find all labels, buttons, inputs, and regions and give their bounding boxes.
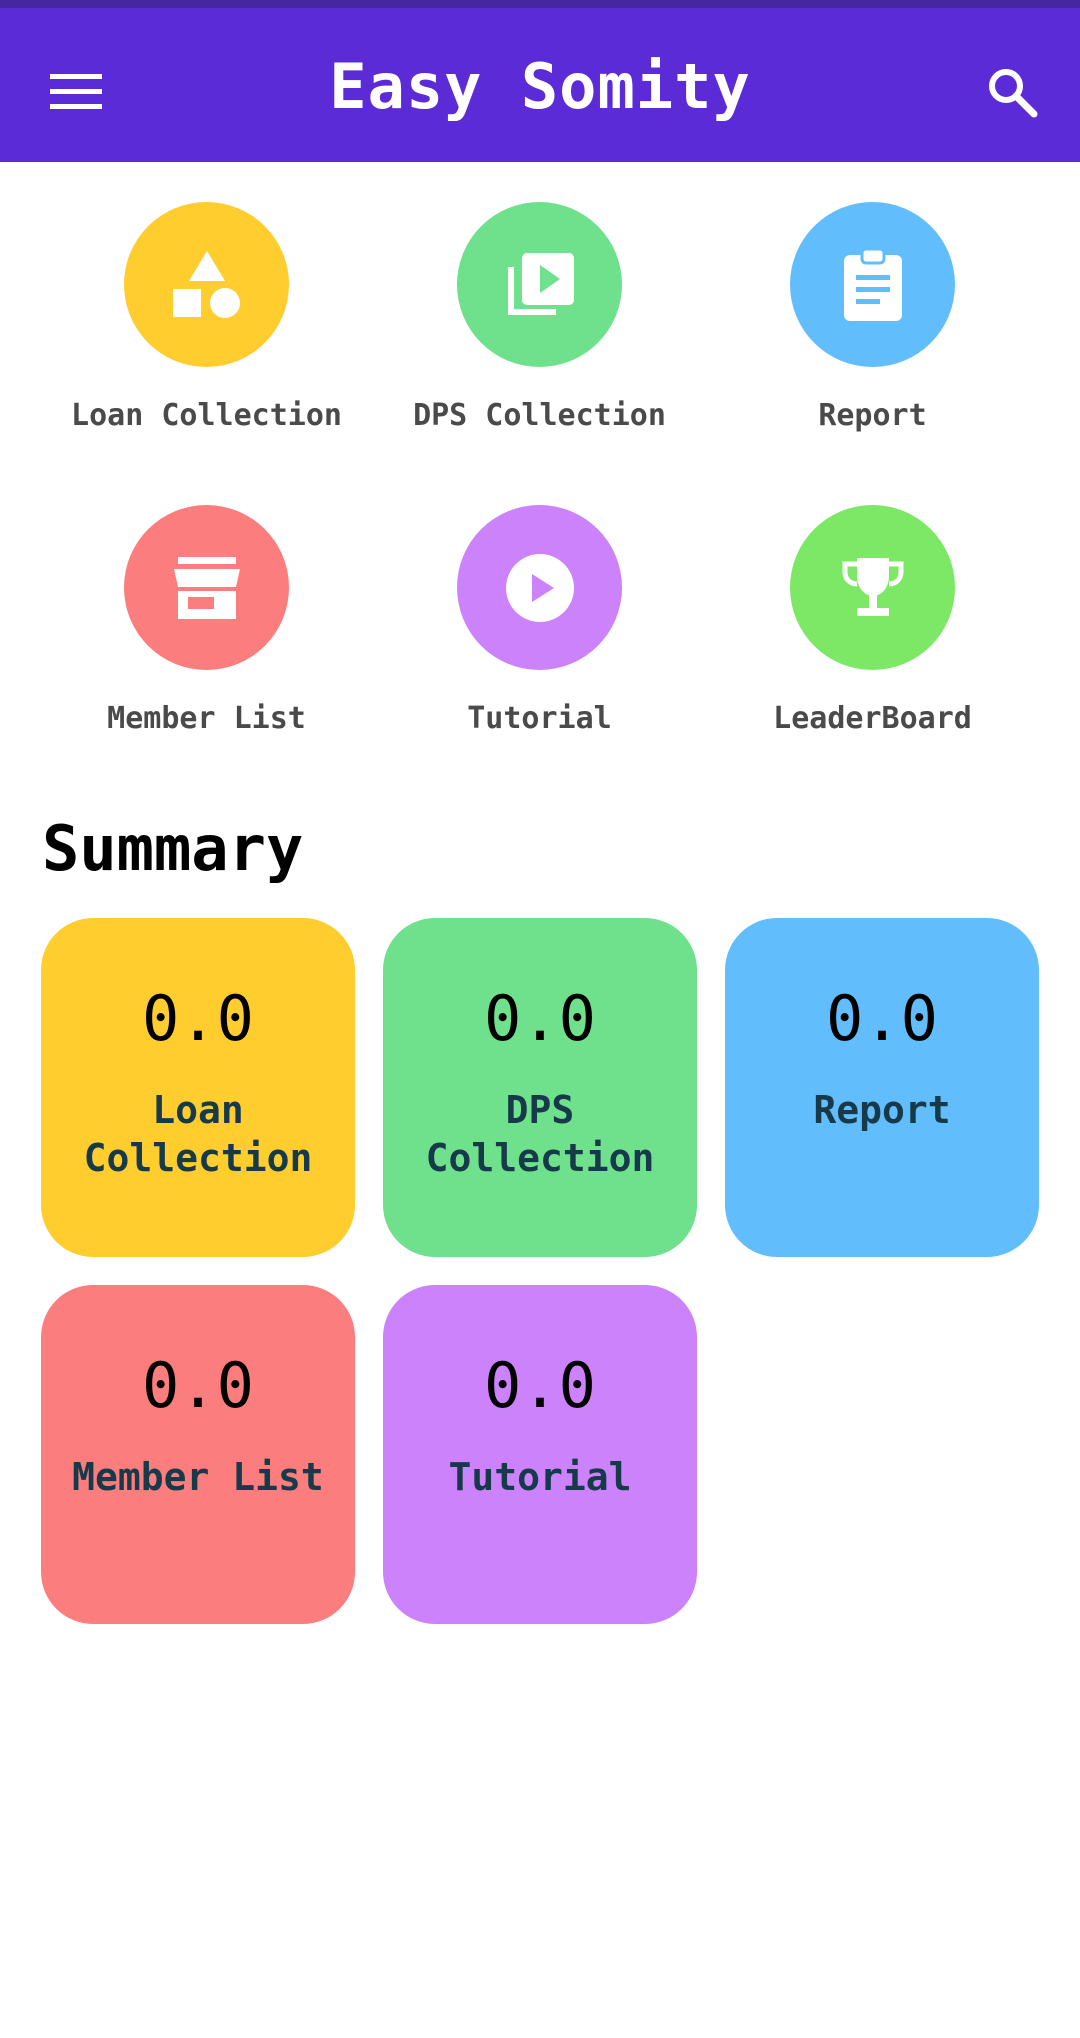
menu-item-leaderboard[interactable]: LeaderBoard	[706, 465, 1039, 755]
summary-card-member-list[interactable]: 0.0 Member List	[41, 1285, 355, 1624]
summary-card-value: 0.0	[142, 982, 254, 1055]
menu-item-loan-collection[interactable]: Loan Collection	[40, 162, 373, 452]
search-icon	[989, 69, 1038, 118]
summary-card-label: DPS Collection	[425, 1088, 655, 1180]
play-circle-icon	[505, 553, 574, 622]
summary-card-value: 0.0	[484, 1349, 596, 1422]
summary-card-label: Loan Collection	[83, 1088, 313, 1180]
summary-card-value: 0.0	[142, 1349, 254, 1422]
storefront-icon	[173, 556, 240, 619]
search-button[interactable]	[972, 52, 1052, 132]
menu-item-label: Member List	[107, 701, 306, 736]
summary-card-label: Member List	[72, 1455, 324, 1499]
menu-item-report[interactable]: Report	[706, 162, 1039, 452]
status-bar-strip	[0, 0, 1080, 8]
menu-item-label: Tutorial	[467, 701, 612, 736]
summary-title: Summary	[42, 812, 304, 885]
menu-item-circle	[124, 505, 289, 670]
summary-card-label: Tutorial	[448, 1455, 632, 1499]
menu-item-label: DPS Collection	[413, 398, 666, 433]
menu-item-circle	[790, 202, 955, 367]
menu-item-circle	[790, 505, 955, 670]
app-title: Easy Somity	[329, 50, 751, 123]
summary-card-tutorial[interactable]: 0.0 Tutorial	[383, 1285, 697, 1624]
summary-card-label: Report	[813, 1088, 951, 1132]
summary-card-report[interactable]: 0.0 Report	[725, 918, 1039, 1257]
menu-item-label: Report	[818, 398, 927, 433]
menu-item-tutorial[interactable]: Tutorial	[373, 465, 706, 755]
menu-item-circle	[457, 505, 622, 670]
summary-card-loan-collection[interactable]: 0.0 Loan Collection	[41, 918, 355, 1257]
menu-item-member-list[interactable]: Member List	[40, 465, 373, 755]
menu-item-dps-collection[interactable]: DPS Collection	[373, 162, 706, 452]
summary-card-value: 0.0	[826, 982, 938, 1055]
trophy-icon	[842, 557, 903, 616]
clipboard-icon	[843, 247, 902, 321]
menu-item-circle	[124, 202, 289, 367]
shapes-icon	[172, 250, 240, 318]
video-library-icon	[507, 252, 574, 315]
menu-item-label: Loan Collection	[71, 398, 342, 433]
summary-card-value: 0.0	[484, 982, 596, 1055]
menu-item-label: LeaderBoard	[773, 701, 972, 736]
menu-item-circle	[457, 202, 622, 367]
app-bar: Easy Somity	[0, 8, 1080, 162]
summary-card-dps-collection[interactable]: 0.0 DPS Collection	[383, 918, 697, 1257]
